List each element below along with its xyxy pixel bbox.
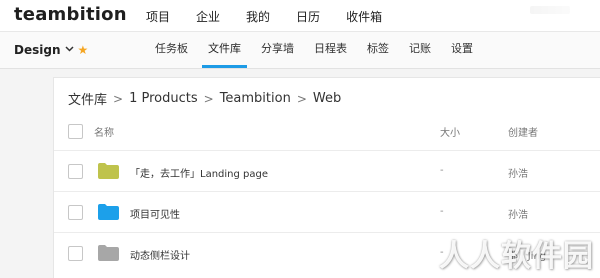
row-checkbox[interactable] — [68, 205, 83, 220]
tab-share-wall[interactable]: 分享墙 — [251, 32, 304, 68]
file-size: - — [440, 165, 444, 176]
file-creator: 孙浩 — [508, 210, 528, 221]
file-creator: 孙浩 — [508, 169, 528, 180]
column-header-size[interactable]: 大小 — [440, 124, 460, 139]
breadcrumb-separator: > — [296, 91, 307, 106]
top-bar-fade — [510, 0, 600, 31]
file-name[interactable]: 动态侧栏设计 — [130, 247, 190, 262]
breadcrumb-item-products[interactable]: 1 Products — [129, 91, 198, 106]
tab-tags[interactable]: 标签 — [357, 32, 399, 68]
top-nav-item-enterprise[interactable]: 企业 — [196, 8, 220, 25]
top-nav-item-inbox[interactable]: 收件箱 — [346, 8, 382, 25]
file-name[interactable]: 「走，去工作」Landing page — [130, 165, 268, 180]
breadcrumb-separator: > — [203, 91, 214, 106]
file-name[interactable]: 项目可见性 — [130, 206, 180, 221]
star-icon[interactable]: ★ — [78, 43, 89, 57]
column-header-name[interactable]: 名称 — [94, 124, 114, 139]
project-switcher[interactable]: Design ★ — [14, 43, 88, 57]
tab-settings[interactable]: 设置 — [441, 32, 483, 68]
breadcrumb: 文件库 > 1 Products > Teambition > Web — [68, 89, 341, 108]
project-tabs: 任务板 文件库 分享墙 日程表 标签 记账 设置 — [145, 32, 483, 68]
top-nav: 项目 企业 我的 日历 收件箱 — [146, 8, 408, 25]
breadcrumb-separator: > — [113, 91, 124, 106]
chevron-down-icon — [64, 45, 74, 55]
top-nav-item-calendar[interactable]: 日历 — [296, 8, 320, 25]
breadcrumb-item-files[interactable]: 文件库 — [68, 89, 107, 108]
folder-icon[interactable] — [98, 163, 119, 179]
row-checkbox[interactable] — [68, 246, 83, 261]
folder-icon[interactable] — [98, 204, 119, 220]
top-nav-item-mine[interactable]: 我的 — [246, 8, 270, 25]
watermark: 人人软件园 — [439, 239, 594, 274]
row-checkbox[interactable] — [68, 164, 83, 179]
tab-files[interactable]: 文件库 — [198, 32, 251, 68]
file-size: - — [440, 206, 444, 217]
breadcrumb-item-teambition[interactable]: Teambition — [220, 91, 291, 106]
top-bar: teambition 项目 企业 我的 日历 收件箱 — [0, 0, 600, 32]
table-row[interactable]: 「走，去工作」Landing page - 孙浩 — [54, 151, 600, 191]
tab-taskboard[interactable]: 任务板 — [145, 32, 198, 68]
tab-bookkeeping[interactable]: 记账 — [399, 32, 441, 68]
tab-schedule[interactable]: 日程表 — [304, 32, 357, 68]
table-row[interactable]: 项目可见性 - 孙浩 — [54, 192, 600, 232]
select-all-checkbox[interactable] — [68, 124, 83, 139]
table-header: 名称 大小 创建者 — [54, 111, 600, 151]
column-header-creator[interactable]: 创建者 — [508, 124, 538, 139]
project-name: Design — [14, 43, 61, 57]
top-nav-item-projects[interactable]: 项目 — [146, 8, 170, 25]
folder-icon[interactable] — [98, 245, 119, 261]
project-bar: Design ★ 任务板 文件库 分享墙 日程表 标签 记账 设置 — [0, 32, 600, 69]
app-logo[interactable]: teambition — [14, 4, 127, 25]
breadcrumb-item-web[interactable]: Web — [313, 91, 341, 106]
